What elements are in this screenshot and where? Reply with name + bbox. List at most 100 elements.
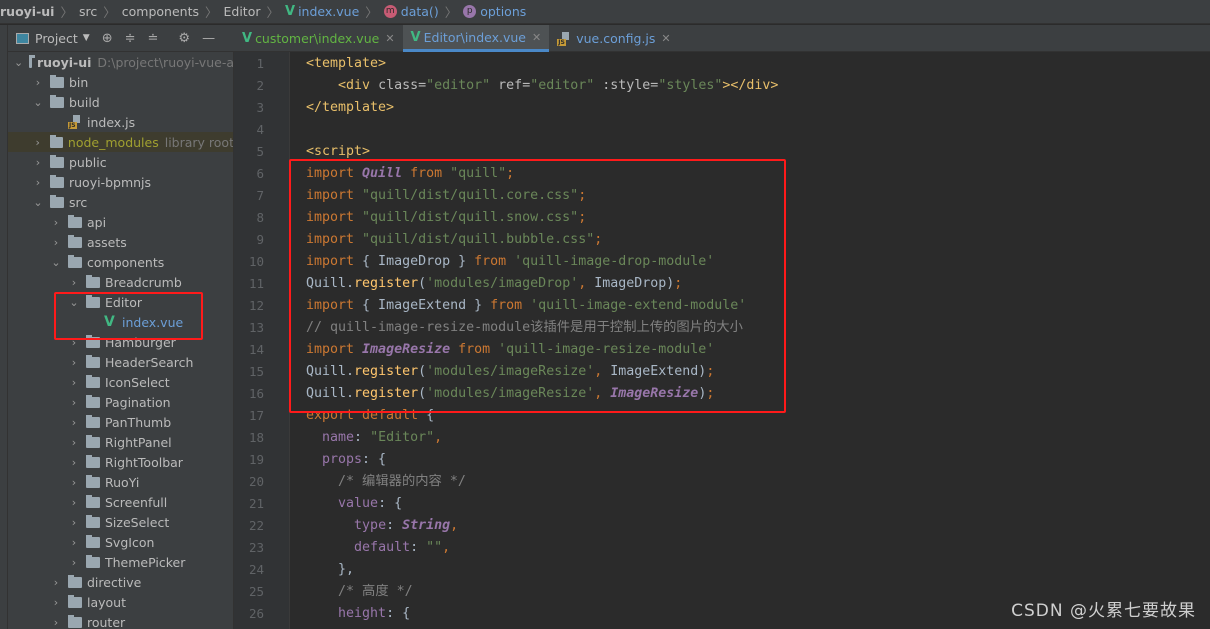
chevron-right-icon[interactable]: › <box>50 576 62 589</box>
code-token: , <box>450 518 459 533</box>
tree-item-label: HeaderSearch <box>105 354 194 370</box>
chevron-right-icon[interactable]: › <box>68 276 80 289</box>
chevron-right-icon[interactable]: › <box>68 356 80 369</box>
tree-item-sizeselect[interactable]: › SizeSelect <box>8 512 233 532</box>
property-icon: p <box>463 5 477 18</box>
chevron-right-icon[interactable]: › <box>32 156 44 169</box>
close-icon[interactable]: ✕ <box>532 31 541 44</box>
chevron-right-icon[interactable]: › <box>68 476 80 489</box>
chevron-right-icon[interactable]: › <box>68 376 80 389</box>
chevron-right-icon[interactable]: › <box>50 616 62 629</box>
locate-icon[interactable]: ⊕ <box>102 31 113 46</box>
tree-item-pagination[interactable]: › Pagination <box>8 392 233 412</box>
folder-icon <box>86 274 100 288</box>
chevron-right-icon[interactable]: › <box>32 76 44 89</box>
code-token: : <box>354 430 371 445</box>
code-token: default <box>354 540 411 555</box>
tree-item-bin[interactable]: › bin <box>8 72 233 92</box>
chevron-down-icon[interactable]: ⌄ <box>14 56 23 69</box>
breadcrumb-item[interactable]: m data() <box>383 4 439 19</box>
code-token: /* 高度 */ <box>338 584 413 599</box>
code-line: default: "", <box>306 537 450 559</box>
tree-item-build[interactable]: ⌄ build <box>8 92 233 112</box>
tree-item-src[interactable]: ⌄ src <box>8 192 233 212</box>
breadcrumb-label: data() <box>400 4 439 19</box>
tree-item-rightpanel[interactable]: › RightPanel <box>8 432 233 452</box>
breadcrumb-item[interactable]: ruoyi-ui <box>0 4 54 19</box>
breadcrumb-item[interactable]: p options <box>463 4 526 19</box>
tree-item-ruoyi-ui[interactable]: ⌄ ruoyi-ui D:\project\ruoyi-vue-a <box>8 52 233 72</box>
tree-item-node-modules[interactable]: › node_modules library root <box>8 132 233 152</box>
breadcrumb-item[interactable]: components <box>122 4 199 19</box>
collapse-all-icon[interactable]: ≐ <box>148 31 159 46</box>
tree-item-headersearch[interactable]: › HeaderSearch <box>8 352 233 372</box>
tree-item-svgicon[interactable]: › SvgIcon <box>8 532 233 552</box>
chevron-right-icon[interactable]: › <box>32 136 44 149</box>
editor-tabs: Vcustomer\index.vue ✕ V Editor\index.vue ✕ JS… <box>234 25 1210 52</box>
breadcrumb-item[interactable]: Vindex.vue <box>285 4 359 19</box>
tab-editor-index-vue[interactable]: V Editor\index.vue ✕ <box>402 25 550 52</box>
line-number: 5 <box>256 144 264 159</box>
close-icon[interactable]: ✕ <box>661 32 670 45</box>
tree-item-panthumb[interactable]: › PanThumb <box>8 412 233 432</box>
line-number: 24 <box>248 562 264 577</box>
code-token: "Editor" <box>370 430 435 445</box>
chevron-right-icon: 〉 <box>444 5 458 20</box>
chevron-right-icon[interactable]: › <box>68 456 80 469</box>
chevron-right-icon[interactable]: › <box>68 556 80 569</box>
chevron-right-icon[interactable]: › <box>50 216 62 229</box>
chevron-down-icon[interactable]: ⌄ <box>32 196 44 209</box>
chevron-right-icon[interactable]: › <box>68 496 80 509</box>
tree-item-api[interactable]: › api <box>8 212 233 232</box>
chevron-right-icon[interactable]: › <box>50 236 62 249</box>
gear-icon[interactable]: ⚙ <box>178 31 190 46</box>
chevron-right-icon[interactable]: › <box>68 536 80 549</box>
folder-icon <box>68 234 82 248</box>
chevron-down-icon[interactable]: ⌄ <box>32 96 44 109</box>
tree-item-assets[interactable]: › assets <box>8 232 233 252</box>
breadcrumb-item[interactable]: Editor <box>224 4 261 19</box>
chevron-right-icon[interactable]: › <box>50 596 62 609</box>
chevron-right-icon[interactable]: › <box>68 436 80 449</box>
folder-icon <box>86 454 100 468</box>
tree-item-screenfull[interactable]: › Screenfull <box>8 492 233 512</box>
tree-item-righttoolbar[interactable]: › RightToolbar <box>8 452 233 472</box>
breadcrumb-item[interactable]: src <box>79 4 97 19</box>
line-number: 4 <box>256 122 264 137</box>
folder-icon <box>86 354 100 368</box>
line-number: 9 <box>256 232 264 247</box>
chevron-right-icon[interactable]: › <box>68 396 80 409</box>
folder-icon <box>68 594 82 608</box>
line-number: 8 <box>256 210 264 225</box>
chevron-right-icon[interactable]: › <box>68 516 80 529</box>
chevron-down-icon[interactable]: ⌄ <box>50 256 62 269</box>
close-icon[interactable]: ✕ <box>385 32 394 45</box>
tree-item-ruoyi-bpmnjs[interactable]: › ruoyi-bpmnjs <box>8 172 233 192</box>
minimize-icon[interactable]: — <box>202 31 215 46</box>
tree-item-public[interactable]: › public <box>8 152 233 172</box>
tree-item-layout[interactable]: › layout <box>8 592 233 612</box>
expand-all-icon[interactable]: ≑ <box>125 31 136 46</box>
folder-icon <box>68 254 82 268</box>
project-view-selector[interactable]: Project ▼ <box>16 31 90 46</box>
code-line: type: String, <box>306 515 458 537</box>
chevron-right-icon[interactable]: › <box>32 176 44 189</box>
tree-item-index-js[interactable]: JS index.js <box>8 112 233 132</box>
tree-item-themepicker[interactable]: › ThemePicker <box>8 552 233 572</box>
tree-item-breadcrumb[interactable]: › Breadcrumb <box>8 272 233 292</box>
tree-item-router[interactable]: › router <box>8 612 233 629</box>
tree-item-iconselect[interactable]: › IconSelect <box>8 372 233 392</box>
chevron-right-icon[interactable]: › <box>68 416 80 429</box>
tab-vue-config-js[interactable]: JS vue.config.js ✕ <box>549 25 678 52</box>
code-token: : { <box>362 452 387 467</box>
tab-customer-index-vue[interactable]: Vcustomer\index.vue ✕ <box>234 25 403 52</box>
folder-icon <box>49 134 63 148</box>
tree-item-ruoyi[interactable]: › RuoYi <box>8 472 233 492</box>
line-number: 13 <box>248 320 264 335</box>
line-number: 14 <box>248 342 264 357</box>
tree-item-components[interactable]: ⌄ components <box>8 252 233 272</box>
tree-item-directive[interactable]: › directive <box>8 572 233 592</box>
